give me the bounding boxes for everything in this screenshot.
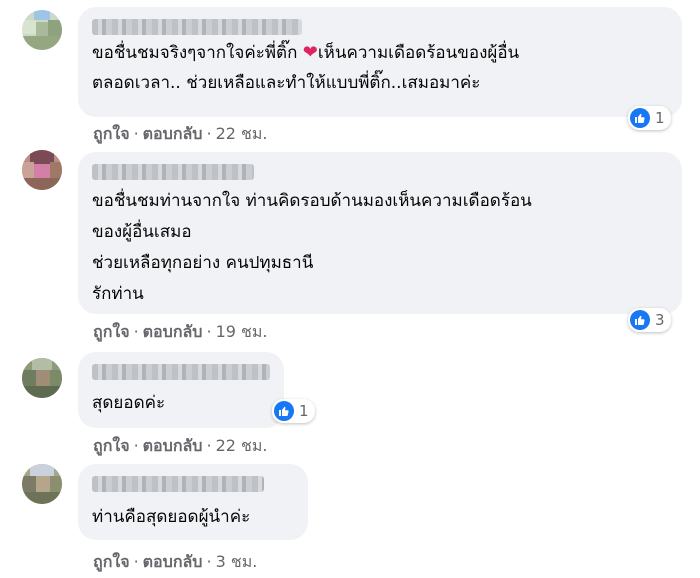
timestamp[interactable]: 19 ชม. bbox=[216, 322, 268, 341]
comment-text-line: ขอชื่นชมท่านจากใจ ท่านคิดรอบด้านมองเห็นค… bbox=[92, 191, 532, 211]
separator: · bbox=[133, 436, 139, 455]
timestamp[interactable]: 3 ชม. bbox=[216, 552, 258, 571]
separator: · bbox=[206, 552, 212, 571]
like-thumb-icon bbox=[630, 108, 650, 128]
separator: · bbox=[206, 322, 212, 341]
comment-text-line: ตลอดเวลา.. ช่วยเหลือและทำให้แบบพี่ติ๊ก..… bbox=[92, 73, 481, 93]
comment-bubble: ขอชื่นชมจริงๆจากใจค่ะพี่ติ๊ก ❤เห็นความเด… bbox=[78, 7, 682, 117]
avatar[interactable] bbox=[22, 150, 62, 190]
author-name[interactable] bbox=[92, 164, 254, 180]
comment: ท่านคือสุดยอดผู้นำค่ะ ถูกใจ · ตอบกลับ · 3 ชม… bbox=[0, 462, 700, 578]
comment: ขอชื่นชมจริงๆจากใจค่ะพี่ติ๊ก ❤เห็นความเด… bbox=[0, 0, 700, 150]
separator: · bbox=[206, 124, 212, 143]
reply-button[interactable]: ตอบกลับ bbox=[143, 552, 203, 571]
like-button[interactable]: ถูกใจ bbox=[93, 124, 130, 143]
comment-bubble: ขอชื่นชมท่านจากใจ ท่านคิดรอบด้านมองเห็นค… bbox=[78, 152, 682, 314]
reaction-count: 1 bbox=[299, 402, 309, 420]
separator: · bbox=[133, 124, 139, 143]
like-button[interactable]: ถูกใจ bbox=[93, 322, 130, 341]
reply-button[interactable]: ตอบกลับ bbox=[143, 436, 203, 455]
avatar[interactable] bbox=[22, 10, 62, 50]
like-button[interactable]: ถูกใจ bbox=[93, 552, 130, 571]
avatar[interactable] bbox=[22, 464, 62, 504]
comment-bubble: สุดยอดค่ะ bbox=[78, 352, 284, 428]
like-thumb-icon bbox=[630, 310, 650, 330]
reaction-count: 3 bbox=[655, 311, 665, 329]
heart-icon: ❤ bbox=[302, 42, 318, 63]
author-name[interactable] bbox=[92, 19, 302, 35]
reaction-badge[interactable]: 1 bbox=[628, 106, 671, 130]
comment-actions: ถูกใจ · ตอบกลับ · 22 ชม. bbox=[93, 122, 268, 147]
comment-text-line: ช่วยเหลือทุกอย่าง คนปทุมธานี bbox=[92, 253, 314, 273]
author-name[interactable] bbox=[92, 364, 270, 380]
reaction-badge[interactable]: 1 bbox=[272, 399, 315, 423]
comment-text-line: ท่านคือสุดยอดผู้นำค่ะ bbox=[92, 507, 251, 527]
comment-text: ขอชื่นชมจริงๆจากใจค่ะพี่ติ๊ก ❤เห็นความเด… bbox=[92, 42, 520, 63]
comment-text-line: รักท่าน bbox=[92, 284, 144, 304]
comment-actions: ถูกใจ · ตอบกลับ · 19 ชม. bbox=[93, 320, 268, 345]
reaction-count: 1 bbox=[655, 109, 665, 127]
like-thumb-icon bbox=[274, 401, 294, 421]
comment-text-line: สุดยอดค่ะ bbox=[92, 393, 166, 413]
reaction-badge[interactable]: 3 bbox=[628, 308, 671, 332]
reply-button[interactable]: ตอบกลับ bbox=[143, 322, 203, 341]
avatar[interactable] bbox=[22, 358, 62, 398]
separator: · bbox=[133, 552, 139, 571]
reply-button[interactable]: ตอบกลับ bbox=[143, 124, 203, 143]
timestamp[interactable]: 22 ชม. bbox=[216, 436, 268, 455]
comment-text-line: ของผู้อื่นเสมอ bbox=[92, 222, 192, 242]
separator: · bbox=[206, 436, 212, 455]
author-name[interactable] bbox=[92, 476, 264, 492]
comment: ขอชื่นชมท่านจากใจ ท่านคิดรอบด้านมองเห็นค… bbox=[0, 150, 700, 350]
comment: สุดยอดค่ะ 1 ถูกใจ · ตอบกลับ · 22 ชม. bbox=[0, 350, 700, 462]
comment-bubble: ท่านคือสุดยอดผู้นำค่ะ bbox=[78, 464, 308, 540]
comment-actions: ถูกใจ · ตอบกลับ · 3 ชม. bbox=[93, 550, 257, 575]
separator: · bbox=[133, 322, 139, 341]
comment-actions: ถูกใจ · ตอบกลับ · 22 ชม. bbox=[93, 434, 268, 459]
timestamp[interactable]: 22 ชม. bbox=[216, 124, 268, 143]
like-button[interactable]: ถูกใจ bbox=[93, 436, 130, 455]
